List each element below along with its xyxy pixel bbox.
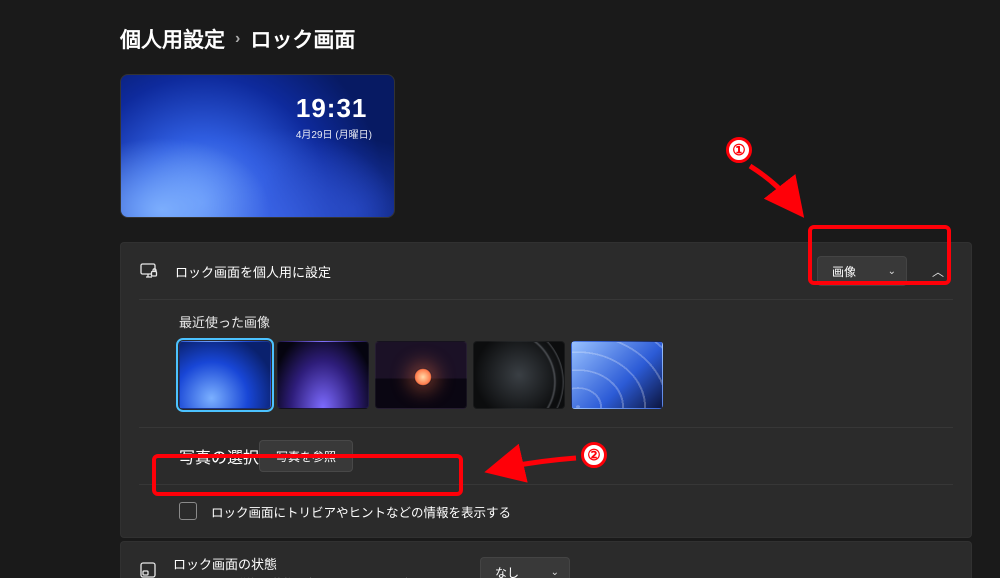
recent-image[interactable] <box>473 341 565 409</box>
chevron-down-icon: ⌄ <box>551 567 559 578</box>
lock-status-dropdown-value: なし <box>495 564 519 578</box>
trivia-checkbox[interactable] <box>179 502 197 520</box>
lock-status-title: ロック画面の状態 <box>173 554 448 573</box>
personalize-card: ロック画面を個人用に設定 画像 ⌄ ︿ 最近使った画像 写 <box>120 242 972 538</box>
recent-image[interactable] <box>375 341 467 409</box>
browse-photo-button[interactable]: 写真を参照 <box>259 440 353 472</box>
chevron-right-icon: › <box>235 30 240 48</box>
monitor-lock-icon <box>139 263 159 279</box>
recent-images-list <box>179 341 923 427</box>
breadcrumb-parent[interactable]: 個人用設定 <box>120 24 225 54</box>
lock-status-card: ロック画面の状態 ロック画面に詳細な状態を表示するアプリを選択します なし ⌄ <box>120 541 972 578</box>
collapse-button[interactable]: ︿ <box>923 256 953 286</box>
breadcrumb: 個人用設定 › ロック画面 <box>120 24 972 54</box>
chevron-down-icon: ⌄ <box>888 266 896 277</box>
annotation-badge-1: ① <box>726 137 752 163</box>
recent-image[interactable] <box>179 341 271 409</box>
browse-photo-label: 写真を参照 <box>276 448 336 465</box>
personalize-label: ロック画面を個人用に設定 <box>175 262 331 281</box>
annotation-arrow-1 <box>742 160 832 230</box>
trivia-label: ロック画面にトリビアやヒントなどの情報を表示する <box>211 502 511 521</box>
lock-status-dropdown[interactable]: なし ⌄ <box>480 557 570 578</box>
square-overlay-icon <box>139 561 157 578</box>
preview-time: 19:31 <box>296 93 372 124</box>
photo-select-label: 写真の選択 <box>179 444 259 468</box>
lock-status-subtitle: ロック画面に詳細な状態を表示するアプリを選択します <box>173 575 448 578</box>
preview-date: 4月29日 (月曜日) <box>296 126 372 141</box>
recent-image[interactable] <box>571 341 663 409</box>
recent-images-title: 最近使った画像 <box>179 300 923 341</box>
chevron-up-icon: ︿ <box>932 263 944 280</box>
personalize-dropdown-value: 画像 <box>832 263 856 280</box>
lock-screen-preview: 19:31 4月29日 (月曜日) <box>120 74 395 218</box>
recent-image[interactable] <box>277 341 369 409</box>
personalize-dropdown[interactable]: 画像 ⌄ <box>817 256 907 286</box>
breadcrumb-current: ロック画面 <box>250 24 355 54</box>
